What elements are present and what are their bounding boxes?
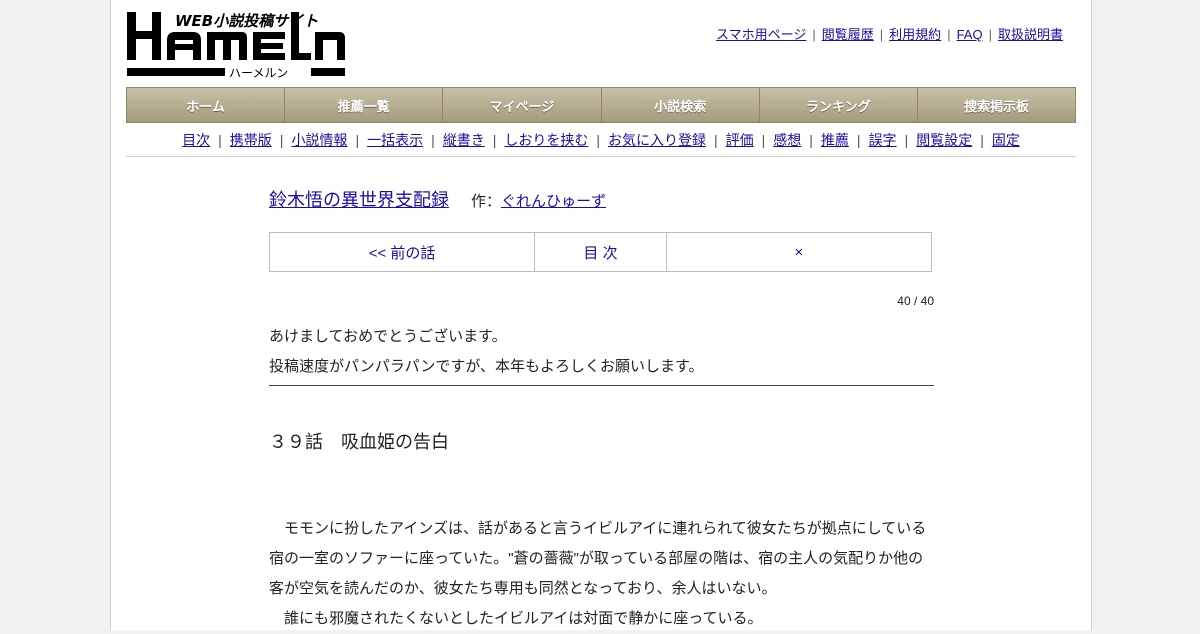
separator: | <box>714 132 718 148</box>
toc-link[interactable]: 目 次 <box>535 233 667 271</box>
separator: | <box>218 132 222 148</box>
preface: あけましておめでとうございます。 投稿速度がパンパラパンですが、本年もよろしくお… <box>269 322 934 382</box>
nav-novel-search[interactable]: 小説検索 <box>601 88 760 122</box>
subnav-novel-info[interactable]: 小説情報 <box>291 132 347 148</box>
subnav-rating[interactable]: 評価 <box>726 132 754 148</box>
nav-mypage[interactable]: マイページ <box>443 88 602 122</box>
separator: | <box>355 132 360 148</box>
next-episode-link[interactable]: × <box>667 233 931 271</box>
subnav-vertical[interactable]: 縦書き <box>443 132 485 148</box>
prev-episode-link[interactable]: << 前の話 <box>270 233 536 271</box>
link-manual[interactable]: 取扱説明書 <box>998 27 1063 42</box>
subnav-favorite[interactable]: お気に入り登録 <box>608 132 706 148</box>
separator: | <box>761 132 766 148</box>
subnav-toc[interactable]: 目次 <box>182 132 210 148</box>
nav-search-board[interactable]: 捜索掲示板 <box>917 88 1076 122</box>
author-prefix: 作： <box>471 193 502 210</box>
subnav-recommend[interactable]: 推薦 <box>821 132 849 148</box>
nav-ranking[interactable]: ランキング <box>759 88 918 122</box>
separator: | <box>812 27 816 42</box>
preface-line: あけましておめでとうございます。 <box>269 328 507 345</box>
subnav-view-settings[interactable]: 閲覧設定 <box>916 132 972 148</box>
separator: | <box>596 132 600 148</box>
sub-nav: 目次 | 携帯版 | 小説情報 | 一括表示 | 縦書き | しおりを挟む | お気に入り登録 | 評価 | 感… <box>126 130 1076 150</box>
subnav-bookmark[interactable]: しおりを挟む <box>504 132 588 148</box>
main-nav: ホーム 推薦一覧 マイページ 小説検索 ランキング 捜索掲示板 <box>126 87 1076 123</box>
page-container: WEB小説投稿サイト ハーメルン スマホ用ページ | 閲覧履歴 | 利用規約 | FAQ | 取… <box>110 0 1092 630</box>
separator: | <box>947 27 951 42</box>
separator: | <box>980 132 984 148</box>
subnav-pin[interactable]: 固定 <box>992 132 1020 148</box>
body-line: 宿の一室のソファーに座っていた。"蒼の薔薇"が取っている部屋の階は、宿の主人の気… <box>269 550 924 567</box>
separator: | <box>904 132 909 148</box>
episode-pager: << 前の話 目 次 × <box>269 232 932 272</box>
divider <box>126 156 1076 157</box>
separator: | <box>431 132 435 148</box>
link-faq[interactable]: FAQ <box>957 27 983 42</box>
subnav-show-all[interactable]: 一括表示 <box>367 132 423 148</box>
subnav-review[interactable]: 感想 <box>773 132 801 148</box>
body-line: 客が空気を読んだのか、彼女たち専用も同然となっており、余人はいない。 <box>269 580 777 597</box>
separator: | <box>856 132 861 148</box>
chapter-body: モモンに扮したアインズは、話があると言うイビルアイに連れられて彼女たちが拠点にし… <box>269 514 939 634</box>
preface-line: 投稿速度がパンパラパンですが、本年もよろしくお願いします。 <box>269 358 704 375</box>
separator: | <box>809 132 813 148</box>
top-links: スマホ用ページ | 閲覧履歴 | 利用規約 | FAQ | 取扱説明書 <box>716 24 1063 43</box>
episode-count: 40 / 40 <box>897 294 934 308</box>
chapter-title: ３９話 吸血姫の告白 <box>269 432 449 452</box>
separator: | <box>988 27 992 42</box>
novel-title-link[interactable]: 鈴木悟の異世界支配録 <box>269 190 449 210</box>
separator: | <box>492 132 497 148</box>
nav-recommendations[interactable]: 推薦一覧 <box>285 88 444 122</box>
subnav-mobile[interactable]: 携帯版 <box>230 132 272 148</box>
author-link[interactable]: ぐれんひゅーず <box>501 193 606 210</box>
nav-home[interactable]: ホーム <box>127 88 286 122</box>
logo-kana: ハーメルン <box>229 66 288 80</box>
body-line: モモンに扮したアインズは、話があると言うイビルアイに連れられて彼女たちが拠点にし… <box>269 520 927 537</box>
hameln-logo[interactable]: WEB小説投稿サイト ハーメルン <box>127 10 347 82</box>
separator: | <box>279 132 284 148</box>
divider <box>269 385 934 386</box>
link-smartphone-page[interactable]: スマホ用ページ <box>716 27 806 42</box>
novel-header: 鈴木悟の異世界支配録 作：ぐれんひゅーず <box>269 186 606 212</box>
subnav-typo[interactable]: 誤字 <box>869 132 897 148</box>
separator: | <box>879 27 884 42</box>
logo-tagline: WEB小説投稿サイト <box>175 12 318 30</box>
link-history[interactable]: 閲覧履歴 <box>822 27 874 42</box>
link-terms[interactable]: 利用規約 <box>889 27 941 42</box>
